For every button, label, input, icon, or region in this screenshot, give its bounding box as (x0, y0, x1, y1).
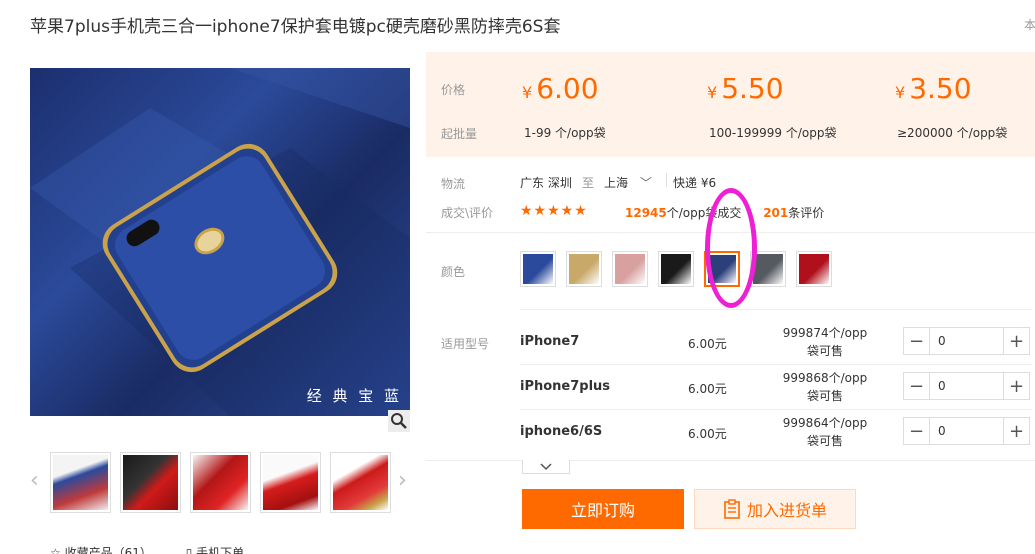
review-suffix: 条评价 (788, 206, 825, 220)
express-fee: 快递 ¥6 (673, 176, 717, 190)
thumbnail-strip: ‹ › (30, 452, 410, 514)
color-swatch[interactable] (520, 251, 556, 287)
zoom-button[interactable] (388, 410, 410, 432)
swatch-image (615, 254, 645, 284)
title-right-text: 本 (1024, 18, 1035, 32)
chevron-down-icon (540, 462, 552, 470)
chevron-right-icon[interactable]: › (398, 470, 407, 492)
color-swatch[interactable] (658, 251, 694, 287)
plus-button[interactable]: + (1003, 418, 1029, 444)
moq-tier-3: ≥200000 个/opp袋 (897, 126, 1008, 140)
swatch-image (661, 254, 691, 284)
model-price: 6.00元 (688, 382, 727, 396)
model-stock: 999864个/opp 袋可售 (782, 416, 868, 448)
thumbnail-1[interactable] (50, 452, 111, 513)
add-to-list-label: 加入进货单 (746, 501, 827, 520)
add-to-list-button[interactable]: 加入进货单 (694, 489, 856, 529)
chevron-down-icon: ﹀ (639, 176, 652, 190)
minus-button[interactable]: − (904, 373, 930, 399)
thumbnail-5[interactable] (330, 452, 391, 513)
quantity-stepper[interactable]: − 0 + (903, 417, 1030, 445)
favorite-link[interactable]: 收藏产品（61） (65, 546, 152, 554)
price-tier-3: ¥3.50 (895, 72, 972, 105)
row-divider (520, 409, 1032, 410)
review-count[interactable]: 201 (763, 206, 788, 220)
image-caption: 经 典 宝 蓝 (306, 387, 402, 405)
ship-to-select[interactable]: 上海 ﹀ (604, 174, 652, 191)
highlight-circle-annotation (705, 188, 757, 308)
product-title: 苹果7plus手机壳三合一iphone7保护套电镀pc硬壳磨砂黑防摔壳6S套 (30, 17, 561, 37)
model-name: iPhone7plus (520, 379, 611, 394)
swatch-image (753, 254, 783, 284)
price-label: 价格 (441, 83, 466, 97)
quantity-input[interactable]: 0 (930, 328, 1003, 354)
bottom-links: ☆ 收藏产品（61） ▯ 手机下单 (50, 544, 244, 554)
thumbnail-3[interactable] (190, 452, 251, 513)
quantity-stepper[interactable]: − 0 + (903, 372, 1030, 400)
rating-stars: ★★★★★ (520, 203, 588, 219)
model-price: 6.00元 (688, 427, 727, 441)
minus-button[interactable]: − (904, 328, 930, 354)
section-divider (520, 309, 1032, 310)
price-tier-1: ¥6.00 (522, 72, 599, 105)
expand-models-button[interactable] (522, 460, 570, 474)
price-tier-2: ¥5.50 (707, 72, 784, 105)
quantity-stepper[interactable]: − 0 + (903, 327, 1030, 355)
thumbnail-2[interactable] (120, 452, 181, 513)
section-divider (426, 460, 1035, 461)
model-stock: 999874个/opp 袋可售 (782, 326, 868, 358)
color-swatch[interactable] (796, 251, 832, 287)
models-label: 适用型号 (441, 337, 490, 351)
color-label: 颜色 (441, 265, 466, 279)
main-product-image[interactable]: 经 典 宝 蓝 (30, 68, 410, 416)
clipboard-icon (724, 499, 740, 519)
swatch-image (523, 254, 553, 284)
plus-button[interactable]: + (1003, 373, 1029, 399)
row-divider (520, 364, 1032, 365)
ship-from: 广东 深圳 (520, 176, 572, 190)
phone-case-illustration (30, 68, 410, 416)
minus-button[interactable]: − (904, 418, 930, 444)
model-name: iPhone7 (520, 334, 580, 349)
moq-tier-1: 1-99 个/opp袋 (524, 126, 606, 140)
logistics-label: 物流 (441, 177, 466, 191)
buy-now-button[interactable]: 立即订购 (522, 489, 684, 529)
model-name: iphone6/6S (520, 424, 603, 439)
ship-to-value: 上海 (604, 176, 629, 190)
chevron-left-icon[interactable]: ‹ (30, 470, 39, 492)
quantity-input[interactable]: 0 (930, 373, 1003, 399)
quantity-input[interactable]: 0 (930, 418, 1003, 444)
logistics-divider (666, 173, 667, 187)
color-swatch[interactable] (566, 251, 602, 287)
sold-count: 12945 (625, 206, 667, 220)
phone-icon: ▯ (185, 546, 193, 554)
moq-tier-2: 100-199999 个/opp袋 (709, 126, 837, 140)
swatch-image (569, 254, 599, 284)
swatch-image (799, 254, 829, 284)
color-swatch[interactable] (612, 251, 648, 287)
to-word: 至 (582, 176, 595, 190)
model-stock: 999868个/opp 袋可售 (782, 371, 868, 403)
star-outline-icon: ☆ (50, 546, 61, 554)
model-price: 6.00元 (688, 337, 727, 351)
mobile-order-link[interactable]: 手机下单 (196, 546, 244, 554)
deals-label: 成交\评价 (441, 206, 494, 220)
thumbnail-4[interactable] (260, 452, 321, 513)
plus-button[interactable]: + (1003, 328, 1029, 354)
magnifier-icon (391, 413, 407, 429)
moq-label: 起批量 (441, 127, 478, 141)
